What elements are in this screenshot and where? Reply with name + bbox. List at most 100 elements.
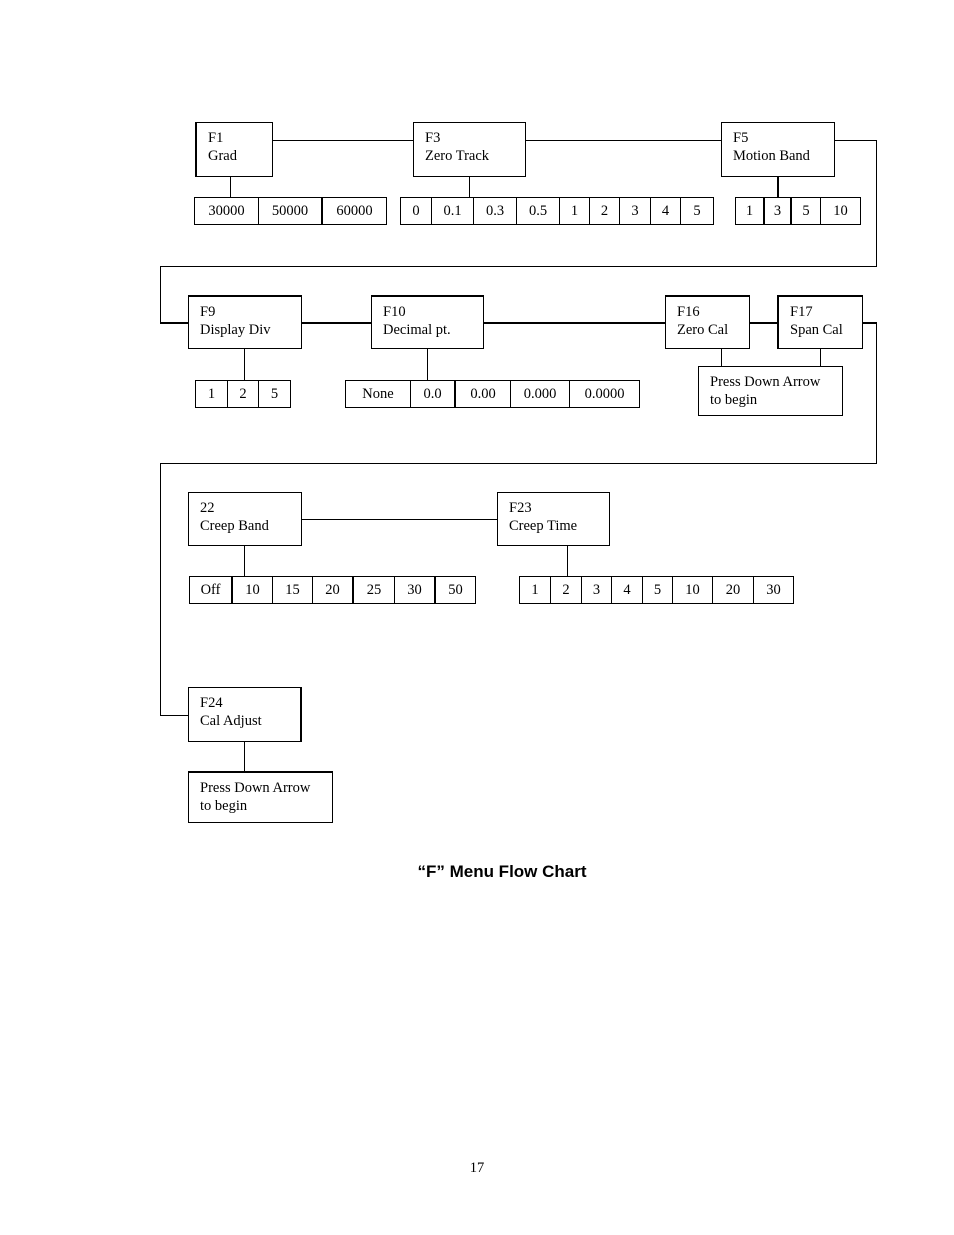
option: 4 [651,198,681,224]
option: 5 [792,198,821,224]
connector-into-f24 [160,715,189,716]
node-f16-zero-cal: F16 Zero Cal [665,295,750,349]
option: 10 [673,577,713,603]
option: 30 [766,582,781,598]
node-label: Zero Cal [677,322,729,338]
connector-row3-left [160,463,161,716]
option: 30000 [195,198,259,224]
connector-row2-left [160,266,161,323]
option: 3 [765,198,792,224]
node-code: F10 [383,304,406,320]
connector-f9-f10 [300,322,372,324]
page-number: 17 [469,1160,485,1176]
drop-f9 [244,348,245,380]
option: 0.3 [474,198,517,224]
option: 0.1 [432,198,474,224]
node-cal-action: Press Down Arrow to begin [698,366,843,416]
connector-row1-right [876,140,877,267]
option: 0.0 [411,381,456,407]
option: 2 [551,577,582,603]
option: 15 [273,577,313,603]
option: 50000 [259,198,323,224]
action-line-2: to begin [200,798,248,814]
option: None [346,381,411,407]
connector-row2-right [876,322,877,464]
node-code: F5 [733,130,749,146]
node-label: Display Div [200,322,271,338]
option: 1 [196,381,228,407]
options-f22: Off 10 15 20 25 30 50 [189,576,476,604]
option: Off [190,577,233,603]
option: 5 [693,203,701,219]
node-code: F1 [208,130,224,146]
option: 4 [612,577,643,603]
connector-f17-out [862,322,877,324]
options-f3: 0 0.1 0.3 0.5 1 2 3 4 5 [400,197,714,225]
node-f9-display-div: F9 Display Div [188,295,302,349]
node-label: Creep Band [200,518,269,534]
node-cal-adjust-action: Press Down Arrow to begin [188,771,333,823]
node-label: Decimal pt. [383,322,451,338]
option: 0 [401,198,432,224]
drop-f10 [427,348,428,380]
node-code: 22 [200,500,215,516]
node-label: Span Cal [790,322,843,338]
drop-f17 [820,348,821,366]
node-f5-motion-band: F5 Motion Band [721,122,835,177]
option: 0.000 [511,381,570,407]
connector-into-f9 [160,322,189,324]
option: 10 [833,203,848,219]
node-code: F23 [509,500,532,516]
option: 2 [590,198,620,224]
node-code: F17 [790,304,813,320]
node-label: Motion Band [733,148,810,164]
node-label: Creep Time [509,518,578,534]
drop-f23 [567,545,568,576]
connector-f1-f3 [272,140,413,141]
option: 0.0000 [584,386,625,402]
option: 3 [582,577,612,603]
option: 3 [620,198,651,224]
options-f1: 30000 50000 60000 [194,197,387,225]
action-line-1: Press Down Arrow [710,374,821,390]
diagram-title: “F” Menu Flow Chart [417,862,587,881]
options-f10: None 0.0 0.00 0.000 0.0000 [345,380,640,408]
node-code: F16 [677,304,700,320]
node-f17-span-cal: F17 Span Cal [777,295,863,349]
node-f24-cal-adjust: F24 Cal Adjust [188,687,302,742]
drop-f22 [244,545,245,576]
option: 50 [448,582,463,598]
connector-f3-f5 [525,140,721,141]
option: 1 [560,198,590,224]
connector-row1-to-row2 [160,266,877,267]
connector-f16-f17 [749,322,778,324]
option: 5 [270,386,279,402]
options-f5: 1 3 5 10 [735,197,861,225]
node-label: Grad [208,148,237,164]
action-line-1: Press Down Arrow [200,780,311,796]
option: 25 [354,577,395,603]
node-f10-decimal-pt: F10 Decimal pt. [371,295,484,349]
option: 20 [713,577,754,603]
option: 1 [520,577,551,603]
node-label: Cal Adjust [200,713,262,729]
options-f23: 1 2 3 4 5 10 20 30 [519,576,794,604]
option: 10 [233,577,273,603]
node-code: F24 [200,695,223,711]
node-f3-zero-track: F3 Zero Track [413,122,526,177]
node-f22-creep-band: 22 Creep Band [188,492,302,546]
options-f9: 1 2 5 [195,380,291,408]
node-f1-grad: F1 Grad [195,122,273,177]
node-label: Zero Track [425,148,490,164]
option: 30 [395,577,436,603]
node-f23-creep-time: F23 Creep Time [497,492,610,546]
node-code: F9 [200,304,216,320]
connector-f10-f16 [483,322,666,324]
connector-f5-out [834,140,877,141]
connector-row2-to-row3 [160,463,877,464]
drop-f16 [721,348,722,366]
option: 20 [313,577,354,603]
connector-f22-f23 [300,519,498,520]
option: 2 [228,381,259,407]
drop-f24 [244,741,245,772]
